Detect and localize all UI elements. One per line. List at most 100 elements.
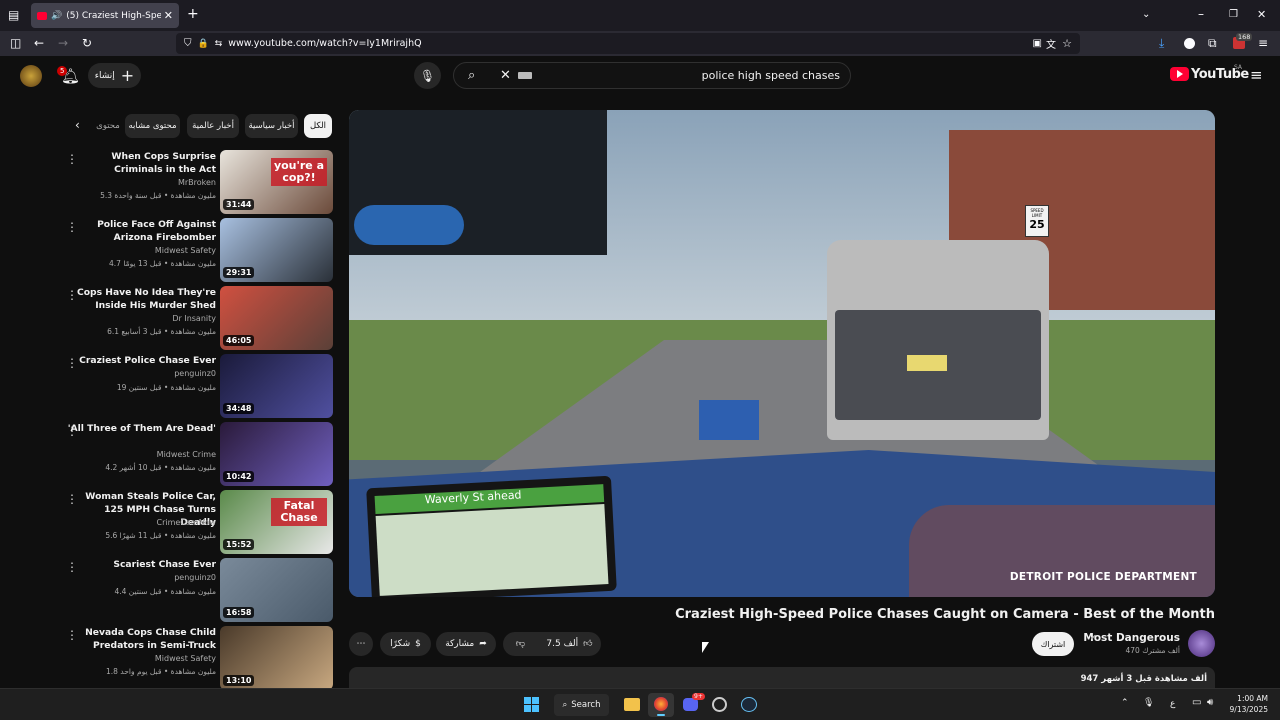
subscribe-button[interactable]: اشتراك	[1032, 632, 1074, 656]
restore-icon[interactable]: ❐	[1229, 9, 1238, 21]
chip-all[interactable]: الكل	[304, 114, 332, 138]
recommendation-meta: 5.3 مليون مشاهدة • قبل سنة واحدة	[100, 191, 216, 200]
chip-more[interactable]: محتوى	[96, 114, 120, 138]
url-text[interactable]: www.youtube.com/watch?v=Iy1MrirajhQ	[228, 38, 421, 49]
thumbnail-caption: you're a cop?!	[271, 158, 327, 186]
hamburger-menu-icon[interactable]: ≡	[1250, 66, 1263, 84]
video-officer-arm	[909, 505, 1215, 597]
recommendation-item[interactable]: ⋮ 13:10 Nevada Cops Chase Child Predators …	[60, 626, 336, 690]
tab-title: (5) Craziest High-Speed Poli	[66, 10, 161, 21]
recommendation-item[interactable]: ⋮ 10:42 'All Three of Them Are Dead' Midwes…	[60, 422, 336, 486]
recommendation-item[interactable]: ⋮ 16:58 Scariest Chase Ever penguinz0 4.4 مل…	[60, 558, 336, 622]
tab-list-icon[interactable]: ▤	[8, 9, 19, 21]
recommendation-channel[interactable]: CrimeCamNow	[156, 518, 216, 527]
windows-taskbar: ⌕ Search 9+ ⌃ 🎙︎ ع ▭ 🔊︎ 1:00 AM 9/13/2025	[0, 688, 1280, 720]
recommendation-title[interactable]: When Cops Surprise Criminals in the Act	[66, 150, 216, 176]
shield-icon[interactable]: ⛉	[184, 38, 192, 49]
recommendation-title[interactable]: 'All Three of Them Are Dead'	[66, 422, 216, 435]
picture-in-picture-icon[interactable]: ▣	[1033, 38, 1042, 49]
close-tab-icon[interactable]: ✕	[164, 9, 173, 22]
channel-avatar[interactable]	[1188, 630, 1215, 657]
recommendation-item[interactable]: ⋮ 34:48 Craziest Police Chase Ever penguinz…	[60, 354, 336, 418]
chip-related[interactable]: محتوى مشابه	[125, 114, 180, 138]
recommendation-item[interactable]: ⋮ Fatal Chase 15:52 Woman Steals Police Car…	[60, 490, 336, 554]
file-explorer-icon[interactable]	[624, 698, 640, 711]
taskbar-search[interactable]: ⌕ Search	[554, 694, 609, 716]
create-label: إنشاء	[94, 70, 115, 81]
channel-name[interactable]: Most Dangerous	[1083, 632, 1180, 644]
recommendation-channel[interactable]: penguinz0	[174, 573, 216, 582]
input-language[interactable]: ع	[1170, 699, 1175, 709]
recommendation-channel[interactable]: Dr Insanity	[172, 314, 216, 323]
permissions-icon[interactable]: ⇆	[215, 39, 223, 49]
recommendation-meta: 4.4 مليون مشاهدة • قبل سنتين	[114, 587, 216, 596]
search-icon[interactable]: ⌕	[468, 68, 475, 83]
sidebar-toggle-icon[interactable]: ◫	[10, 37, 21, 49]
recommendation-channel[interactable]: MrBroken	[178, 178, 216, 187]
video-duration: 29:31	[223, 267, 255, 278]
browser-tab-active[interactable]: 🔊 (5) Craziest High-Speed Poli ✕	[31, 3, 179, 28]
recommendation-channel[interactable]: Midwest Safety	[155, 654, 216, 663]
recommendation-channel[interactable]: Midwest Safety	[155, 246, 216, 255]
recommendation-item[interactable]: ⋮ 29:31 Police Face Off Against Arizona Fi…	[60, 218, 336, 282]
like-button[interactable]: 7.5 ألف 👍︎	[538, 632, 601, 656]
extensions-icon[interactable]: ⧉	[1208, 37, 1217, 49]
network-icon[interactable]: ▭	[1192, 697, 1201, 708]
taskbar-search-label: Search	[571, 700, 601, 710]
tray-chevron-icon[interactable]: ⌃	[1121, 698, 1129, 708]
voice-search-button[interactable]: 🎙︎	[414, 62, 441, 89]
recommendation-title[interactable]: Nevada Cops Chase Child Predators in Sem…	[66, 626, 216, 652]
share-button[interactable]: مشاركة ➦	[436, 632, 496, 656]
chevron-left-icon[interactable]: ‹	[75, 118, 80, 132]
recommendation-title[interactable]: Scariest Chase Ever	[66, 558, 216, 571]
video-player[interactable]: SPEED LIMIT 25 Waverly St ahead DETROIT …	[349, 110, 1215, 597]
clock-date[interactable]: 9/13/2025	[1230, 705, 1268, 714]
search-box[interactable]: ⌕ ✕ police high speed chases	[453, 62, 851, 89]
firefox-taskbar-button[interactable]	[648, 693, 674, 717]
new-tab-icon[interactable]: +	[187, 7, 199, 21]
youtube-favicon-icon	[37, 11, 47, 20]
url-bar[interactable]: ⛉ 🔒 ⇆ www.youtube.com/watch?v=Iy1Mrirajh…	[176, 33, 1080, 54]
recommendation-title[interactable]: Cops Have No Idea They're Inside His Mur…	[66, 286, 216, 312]
close-window-icon[interactable]: ✕	[1257, 9, 1266, 21]
reload-icon[interactable]: ↻	[82, 37, 92, 49]
recommendation-title[interactable]: Police Face Off Against Arizona Firebomb…	[66, 218, 216, 244]
clear-search-icon[interactable]: ✕	[500, 68, 511, 83]
recommendation-channel[interactable]: penguinz0	[174, 369, 216, 378]
translate-icon[interactable]: 文	[1046, 36, 1056, 51]
recommendation-title[interactable]: Craziest Police Chase Ever	[66, 354, 216, 367]
app-menu-icon[interactable]: ≡	[1258, 37, 1268, 49]
bookmark-star-icon[interactable]: ☆	[1062, 37, 1072, 50]
chip-political-news[interactable]: أخبار سياسية	[245, 114, 298, 138]
more-actions-button[interactable]: ⋯	[349, 632, 373, 656]
thumbs-down-icon: 👎︎	[515, 639, 526, 649]
downloads-icon[interactable]: ⤓	[1159, 37, 1164, 49]
dislike-button[interactable]: 👎︎	[503, 632, 538, 656]
firefox-icon	[654, 697, 668, 711]
windows-start-icon[interactable]	[524, 697, 539, 712]
chip-world-news[interactable]: أخبار عالمية	[187, 114, 239, 138]
app-icon[interactable]	[712, 697, 727, 712]
play-glyph	[1177, 70, 1183, 78]
account-icon[interactable]	[1184, 38, 1195, 49]
search-query[interactable]: police high speed chases	[702, 69, 840, 82]
tray-mic-icon[interactable]: 🎙︎	[1143, 698, 1154, 708]
keyboard-icon[interactable]	[518, 72, 532, 79]
thanks-button[interactable]: شكرًا $	[380, 632, 431, 656]
forward-icon[interactable]: →	[58, 37, 68, 49]
youtube-logo-icon[interactable]	[1170, 67, 1189, 81]
recommendation-item[interactable]: ⋮ 46:05 Cops Have No Idea They're Inside H…	[60, 286, 336, 350]
back-icon[interactable]: ←	[34, 37, 44, 49]
video-duration: 31:44	[223, 199, 255, 210]
minimize-icon[interactable]: –	[1198, 8, 1204, 20]
clock-time[interactable]: 1:00 AM	[1237, 694, 1268, 703]
recommendation-channel[interactable]: Midwest Crime	[157, 450, 216, 459]
speaker-icon[interactable]: 🔊	[51, 11, 62, 21]
list-all-tabs-icon[interactable]: ⌄	[1142, 9, 1150, 21]
create-button[interactable]: إنشاء +	[88, 63, 141, 88]
lock-icon[interactable]: 🔒	[198, 39, 209, 49]
recommendation-item[interactable]: ⋮ you're a cop?! 31:44 When Cops Surprise C…	[60, 150, 336, 214]
user-avatar[interactable]	[20, 65, 42, 87]
volume-icon[interactable]: 🔊︎	[1207, 697, 1213, 708]
steam-icon[interactable]	[741, 697, 757, 712]
